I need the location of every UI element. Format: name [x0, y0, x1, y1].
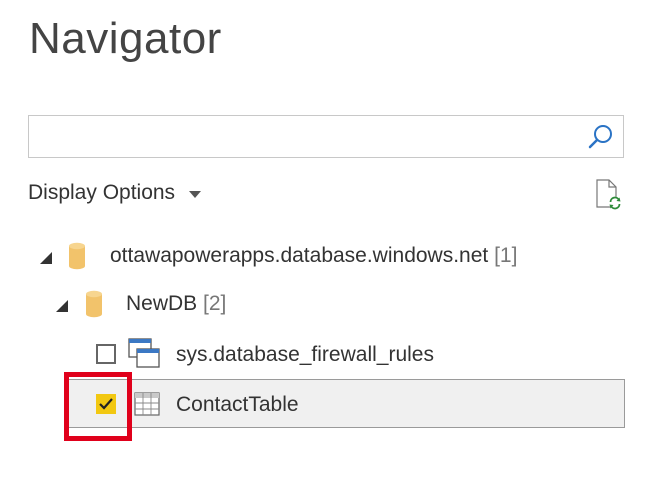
tree-item-database[interactable]: NewDB [2] [0, 282, 665, 328]
database-icon [69, 242, 85, 270]
display-options-label: Display Options [28, 181, 176, 204]
refresh-document-icon[interactable] [592, 178, 624, 210]
highlight-annotation-box [64, 372, 132, 441]
search-input[interactable] [35, 116, 579, 158]
expand-triangle-icon[interactable] [39, 251, 53, 265]
search-icon[interactable] [587, 123, 615, 151]
expand-triangle-icon[interactable] [55, 299, 69, 313]
item-count: [1] [494, 244, 518, 267]
table-name: sys.database_firewall_rules [176, 343, 434, 366]
display-options-dropdown[interactable]: Display Options [28, 181, 202, 205]
database-name: NewDB [126, 292, 198, 315]
page-title: Navigator [29, 14, 222, 63]
table-icon [134, 392, 160, 416]
tree-item-server[interactable]: ottawapowerapps.database.windows.net [1] [0, 234, 665, 280]
table-name: ContactTable [176, 393, 299, 416]
view-icon [128, 338, 160, 368]
search-box[interactable] [28, 115, 624, 158]
table-checkbox[interactable] [96, 344, 116, 364]
item-count: [2] [203, 292, 227, 315]
tree-item-label: NewDB [2] [126, 292, 226, 316]
tree-item-label: ottawapowerapps.database.windows.net [1] [110, 244, 517, 268]
chevron-down-icon [189, 190, 202, 198]
server-name: ottawapowerapps.database.windows.net [110, 244, 489, 267]
database-icon [86, 290, 102, 318]
